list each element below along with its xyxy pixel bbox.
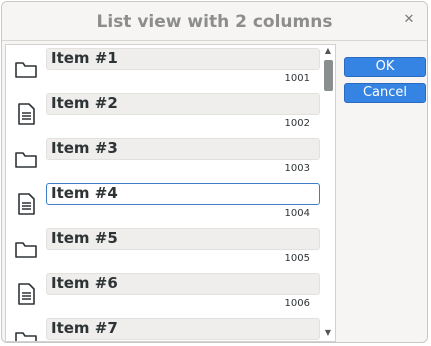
scrollbar-thumb[interactable] — [324, 60, 333, 91]
list-item[interactable]: Item #4 1004 — [6, 180, 324, 225]
item-id: 1006 — [284, 298, 310, 309]
close-icon: ✕ — [403, 12, 415, 27]
list-item[interactable]: Item #6 1006 — [6, 270, 324, 315]
folder-icon — [15, 332, 37, 341]
item-name-field[interactable]: Item #4 — [46, 183, 320, 205]
folder-icon — [15, 62, 37, 78]
window-title: List view with 2 columns — [96, 12, 333, 32]
scroll-down-arrow-icon[interactable]: ▼ — [324, 329, 332, 337]
item-id: 1004 — [284, 208, 310, 219]
list-item[interactable]: Item #1 1001 — [6, 45, 324, 90]
scroll-up-arrow-icon[interactable]: ▲ — [324, 47, 332, 55]
list-item[interactable]: Item #3 1003 — [6, 135, 324, 180]
item-name-field[interactable]: Item #3 — [46, 138, 320, 160]
dialog-window: List view with 2 columns ✕ Item #1 1001 … — [1, 1, 428, 343]
document-icon — [18, 193, 35, 215]
close-button[interactable]: ✕ — [401, 12, 417, 28]
item-id: 1003 — [284, 163, 310, 174]
item-id: 1005 — [284, 253, 310, 264]
folder-icon — [15, 152, 37, 168]
list-item[interactable]: Item #2 1002 — [6, 90, 324, 135]
document-icon — [18, 103, 35, 125]
item-name-field[interactable]: Item #6 — [46, 273, 320, 295]
document-icon — [18, 283, 35, 305]
cancel-button[interactable]: Cancel — [344, 83, 426, 103]
item-id: 1001 — [284, 73, 310, 84]
title-bar: List view with 2 columns ✕ — [2, 2, 427, 41]
item-name-field[interactable]: Item #5 — [46, 228, 320, 250]
item-id: 1002 — [284, 118, 310, 129]
item-name-field[interactable]: Item #7 — [46, 318, 320, 340]
ok-button[interactable]: OK — [344, 57, 426, 77]
list-view[interactable]: Item #1 1001 Item #2 1002 Item #3 1003 I… — [5, 44, 336, 342]
vertical-scrollbar[interactable]: ▲ ▼ — [321, 45, 335, 341]
folder-icon — [15, 242, 37, 258]
item-name-field[interactable]: Item #1 — [46, 48, 320, 70]
list-item[interactable]: Item #5 1005 — [6, 225, 324, 270]
item-name-field[interactable]: Item #2 — [46, 93, 320, 115]
list-item[interactable]: Item #7 — [6, 315, 324, 341]
